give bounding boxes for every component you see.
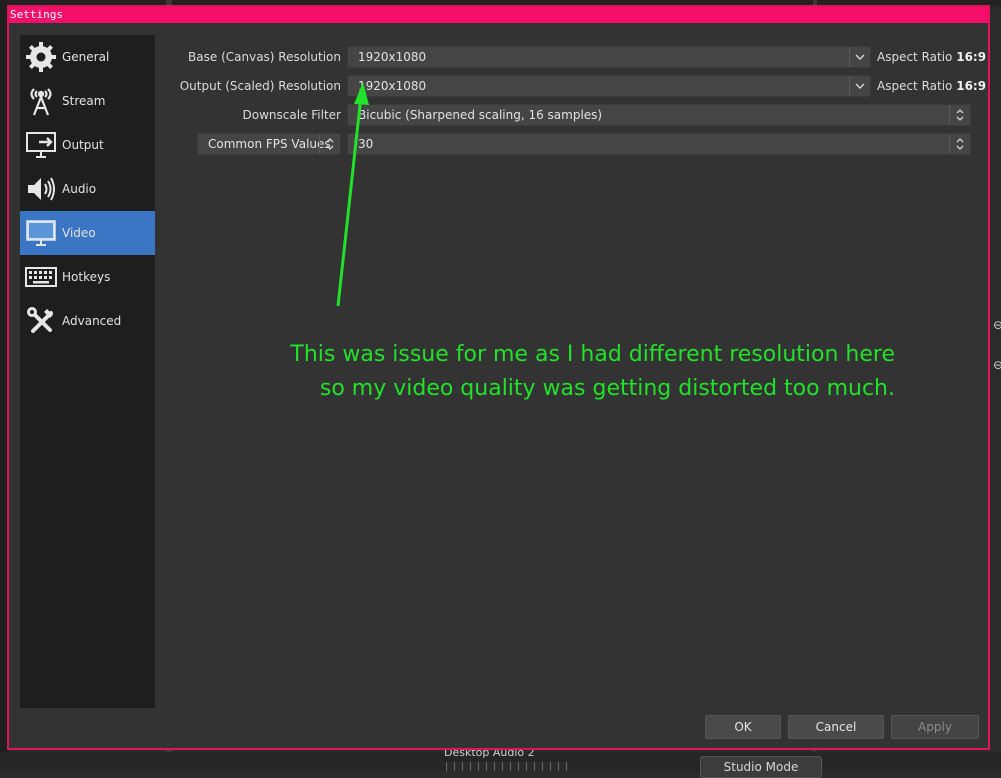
annotation-line: so my video quality was getting distorte… bbox=[319, 376, 895, 401]
annotation-line: This was issue for me as I had different… bbox=[290, 342, 895, 367]
background-fragment: ⊖ bbox=[993, 318, 1001, 332]
background-fragment: ⊖ bbox=[993, 358, 1001, 372]
annotation-text: This was issue for me as I had different… bbox=[285, 338, 895, 406]
